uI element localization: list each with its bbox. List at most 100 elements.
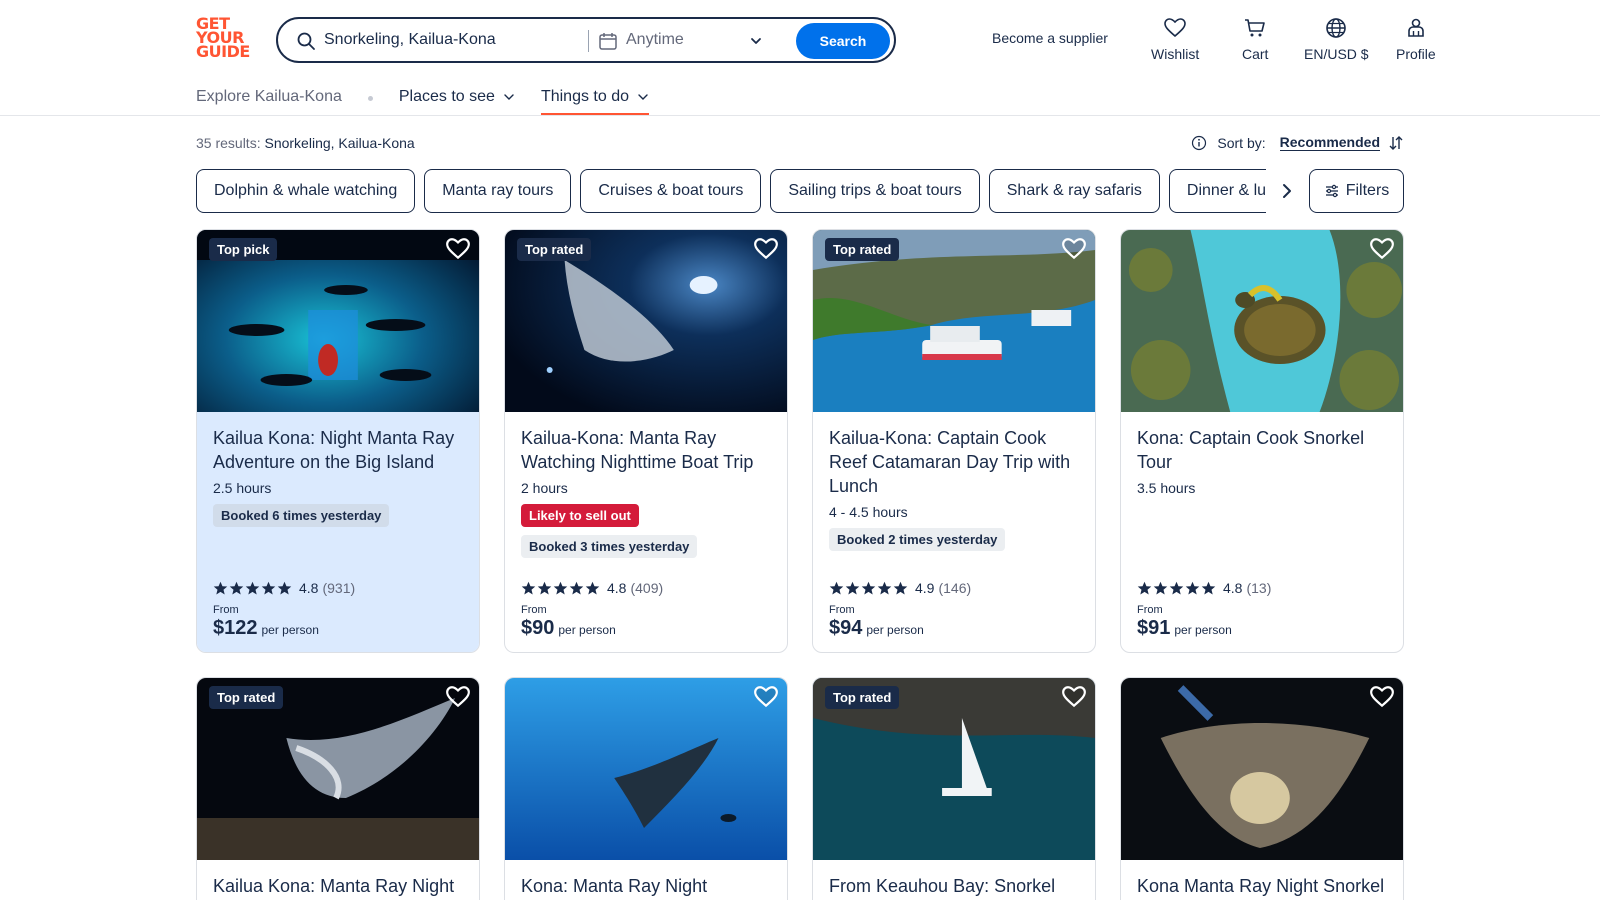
- card-title[interactable]: Kailua-Kona: Manta Ray Watching Nighttim…: [521, 426, 771, 474]
- getyourguide-logo[interactable]: GET YOUR GUIDE: [196, 16, 254, 63]
- results-count: 35 results: Snorkeling, Kailua-Kona: [196, 135, 415, 151]
- card-body: Kona: Captain Cook Snorkel Tour 3.5 hour…: [1121, 412, 1403, 652]
- heart-icon[interactable]: [445, 236, 471, 262]
- sort-label: Sort by:: [1217, 134, 1266, 151]
- things-to-do-menu[interactable]: Things to do: [540, 88, 650, 115]
- search-button[interactable]: Search: [796, 23, 890, 59]
- activity-card[interactable]: Top pick Kailua Kona: Night Manta Ray Ad…: [196, 229, 480, 653]
- card-badge: Top rated: [517, 238, 592, 261]
- activity-image[interactable]: Top rated: [813, 678, 1095, 860]
- heart-icon[interactable]: [445, 684, 471, 710]
- activity-card[interactable]: Top rated Kailua-Kona: Manta Ray Watchin…: [504, 229, 788, 653]
- per-person-label: per person: [261, 623, 319, 637]
- star-icon: [845, 581, 860, 594]
- price-from-label: From: [829, 604, 855, 616]
- chevron-down-icon: [638, 94, 648, 100]
- card-title[interactable]: Kailua Kona: Manta Ray Night: [213, 874, 463, 898]
- sort-select[interactable]: Recommended: [1279, 134, 1380, 151]
- activity-card[interactable]: Top rated From Keauhou Bay: Snorkel: [812, 677, 1096, 900]
- star-icon: [877, 581, 892, 594]
- star-icon: [893, 581, 908, 594]
- card-title[interactable]: Kona: Manta Ray Night Snorkel: [521, 874, 771, 900]
- info-icon[interactable]: [1191, 135, 1207, 151]
- heart-icon[interactable]: [1061, 236, 1087, 262]
- heart-icon[interactable]: [753, 236, 779, 262]
- activity-image[interactable]: [1121, 230, 1403, 412]
- card-duration: 2 hours: [521, 480, 568, 496]
- chip-dinner-lunch[interactable]: Dinner & lunch: [1168, 169, 1266, 213]
- calendar-icon: [599, 33, 617, 50]
- chip-shark-ray-safaris[interactable]: Shark & ray safaris: [988, 169, 1160, 213]
- booked-badge: Booked 3 times yesterday: [521, 535, 698, 558]
- star-icon: [1201, 581, 1216, 594]
- places-to-see-menu[interactable]: Places to see: [399, 88, 515, 114]
- chevron-right-icon[interactable]: [1276, 180, 1298, 202]
- chevron-down-icon[interactable]: [748, 33, 764, 49]
- star-icon: [1137, 581, 1152, 594]
- star-rating: [829, 581, 909, 596]
- sort-control: Sort by: Recommended: [1191, 134, 1404, 151]
- activity-card[interactable]: Kona Manta Ray Night Snorkel: [1120, 677, 1404, 900]
- cart-button[interactable]: Cart: [1242, 16, 1268, 62]
- search-bar: Snorkeling, Kailua-Kona Anytime Search: [276, 17, 896, 63]
- card-duration: 2.5 hours: [213, 480, 272, 496]
- card-title[interactable]: Kona: Captain Cook Snorkel Tour: [1137, 426, 1387, 474]
- separator-dot: [367, 96, 373, 101]
- activity-image[interactable]: [505, 678, 787, 860]
- activity-image[interactable]: [1121, 678, 1403, 860]
- chip-manta-ray-tours[interactable]: Manta ray tours: [424, 169, 572, 213]
- price-value: $90: [521, 617, 555, 639]
- manta-ray-blue-water-photo: [505, 678, 787, 860]
- sliders-icon: [1325, 184, 1338, 198]
- heart-icon[interactable]: [1369, 236, 1395, 262]
- activity-image[interactable]: Top rated: [197, 678, 479, 860]
- card-body: Kona Manta Ray Night Snorkel: [1121, 860, 1403, 900]
- chip-cruises-boat-tours[interactable]: Cruises & boat tours: [580, 169, 762, 213]
- profile-label: Profile: [1396, 46, 1436, 62]
- profile-button[interactable]: Profile: [1396, 16, 1436, 62]
- card-badge: Top rated: [825, 686, 900, 709]
- cart-icon: [1245, 19, 1266, 37]
- sort-arrows-icon[interactable]: [1388, 135, 1404, 151]
- logo-line: GUIDE: [196, 42, 250, 61]
- date-picker[interactable]: Anytime: [626, 31, 684, 49]
- heart-icon[interactable]: [753, 684, 779, 710]
- filters-button[interactable]: Filters: [1309, 169, 1404, 213]
- heart-icon[interactable]: [1369, 684, 1395, 710]
- explore-link[interactable]: Explore Kailua-Kona: [196, 88, 342, 106]
- locale-button[interactable]: EN/USD $: [1304, 16, 1369, 62]
- chip-sailing-trips[interactable]: Sailing trips & boat tours: [770, 169, 980, 213]
- booked-badge: Booked 6 times yesterday: [213, 504, 390, 527]
- activity-card[interactable]: Kona: Manta Ray Night Snorkel: [504, 677, 788, 900]
- card-price: $94 per person: [829, 617, 924, 640]
- card-title[interactable]: Kona Manta Ray Night Snorkel: [1137, 874, 1387, 898]
- search-input[interactable]: Snorkeling, Kailua-Kona: [324, 31, 496, 49]
- card-title[interactable]: Kailua Kona: Night Manta Ray Adventure o…: [213, 426, 463, 474]
- wishlist-button[interactable]: Wishlist: [1151, 16, 1199, 62]
- card-rating: 4.8 (13): [1137, 580, 1271, 596]
- booked-badge: Booked 2 times yesterday: [829, 528, 1006, 551]
- review-count: (931): [322, 580, 356, 596]
- card-badge: Top rated: [825, 238, 900, 261]
- search-divider: [588, 30, 589, 52]
- review-count: (146): [938, 580, 972, 596]
- activity-image[interactable]: Top pick: [197, 230, 479, 412]
- card-duration: 4 - 4.5 hours: [829, 504, 908, 520]
- likely-to-sell-out-badge: Likely to sell out: [521, 504, 639, 527]
- price-from-label: From: [1137, 604, 1163, 616]
- activity-card[interactable]: Top rated Kailua Kona: Manta Ray Night: [196, 677, 480, 900]
- heart-icon: [1164, 18, 1186, 38]
- card-title[interactable]: From Keauhou Bay: Snorkel: [829, 874, 1079, 898]
- heart-icon[interactable]: [1061, 684, 1087, 710]
- price-value: $94: [829, 617, 863, 639]
- activity-image[interactable]: Top rated: [505, 230, 787, 412]
- star-icon: [553, 581, 568, 594]
- activity-image[interactable]: Top rated: [813, 230, 1095, 412]
- card-title[interactable]: Kailua-Kona: Captain Cook Reef Catamaran…: [829, 426, 1079, 498]
- become-supplier-link[interactable]: Become a supplier: [992, 30, 1108, 46]
- activity-card[interactable]: Kona: Captain Cook Snorkel Tour 3.5 hour…: [1120, 229, 1404, 653]
- chip-dolphin-whale-watching[interactable]: Dolphin & whale watching: [196, 169, 416, 213]
- star-icon: [1185, 581, 1200, 594]
- things-label: Things to do: [540, 88, 629, 105]
- activity-card[interactable]: Top rated Kailua-Kona: Captain Cook Reef…: [812, 229, 1096, 653]
